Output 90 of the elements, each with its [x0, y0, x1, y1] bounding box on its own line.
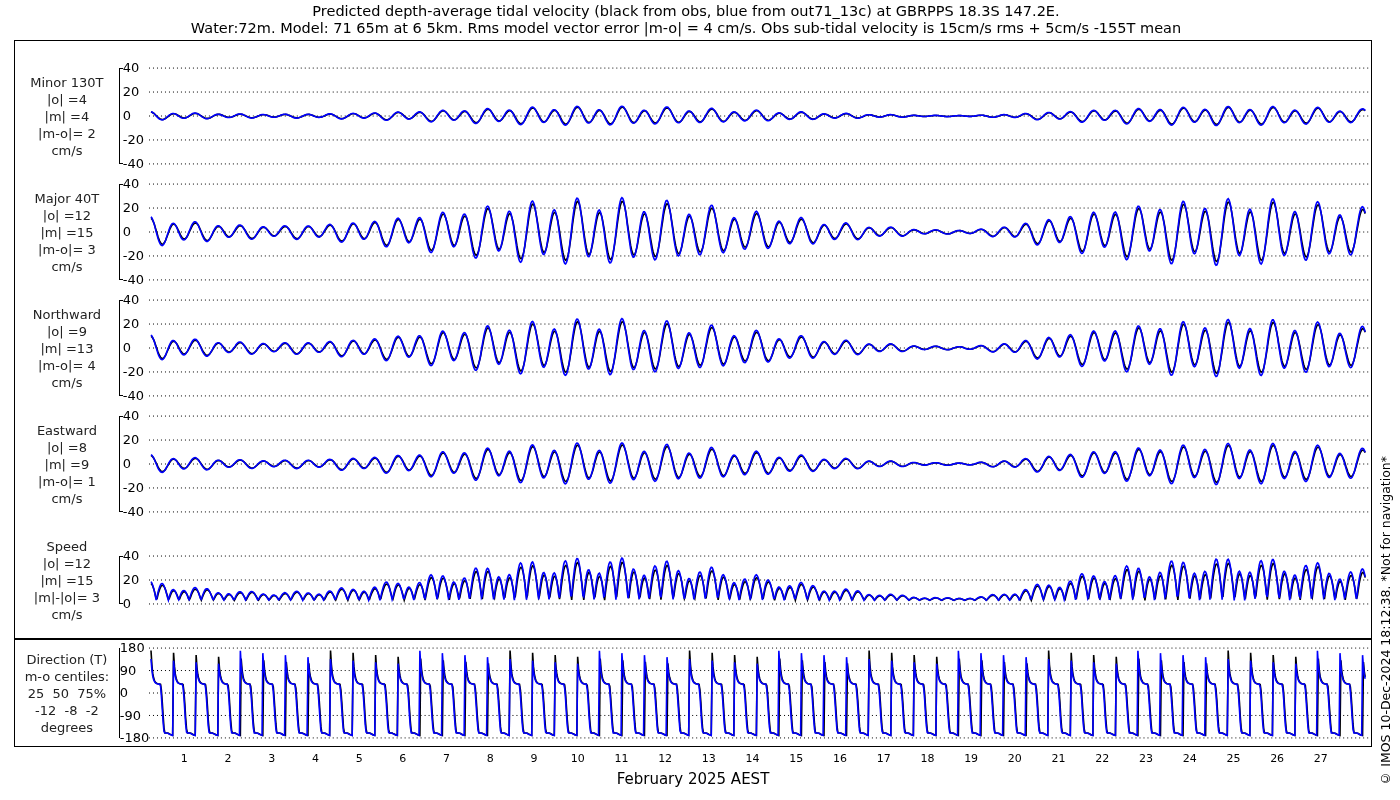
panel-label-line: |m-o|= 1: [38, 472, 96, 490]
panel-label-line: |m| =15: [40, 571, 94, 589]
y-tick-label: 20: [122, 433, 141, 447]
panel-label-line: Minor 130T: [30, 73, 104, 91]
y-tick-label: 90: [119, 663, 138, 678]
x-tick-label: 11: [614, 751, 629, 767]
panel-label-line: |m-o|= 4: [38, 356, 96, 374]
y-tick-label: -20: [122, 365, 145, 379]
panel-label-line: |o| =8: [46, 438, 87, 456]
y-tick-label: 40: [122, 409, 141, 423]
x-tick-label: 15: [789, 751, 804, 767]
y-tick-label: 20: [122, 85, 141, 99]
y-tick-label: 0: [122, 597, 133, 611]
y-tick-label: 40: [122, 177, 141, 191]
y-tick-label: 20: [122, 573, 140, 587]
x-tick-label: 22: [1095, 751, 1110, 767]
y-tick-label: 0: [122, 341, 133, 355]
y-tick-label: 40: [122, 61, 141, 75]
x-tick-label: 12: [658, 751, 673, 767]
panel-label-line: degrees: [40, 718, 94, 736]
y-tick-label: -40: [122, 273, 145, 287]
y-tick-label: -40: [122, 157, 145, 171]
panel-label-line: |m-o|= 3: [38, 240, 96, 258]
panel-label-line: |m| =9: [44, 455, 90, 473]
panel-label-line: |o| =9: [46, 322, 87, 340]
panel-label-line: Northward: [32, 305, 102, 323]
y-axis-line: [118, 556, 123, 604]
x-tick-label: 6: [399, 751, 407, 767]
x-tick-label: 1: [180, 751, 188, 767]
panel-label-line: |m-o|= 2: [38, 124, 96, 142]
x-tick-label: 8: [486, 751, 494, 767]
panel-label-line: |m|-|o|= 3: [33, 588, 100, 606]
copyright-note: © IMOS 10-Dec-2024 18:12:38. *Not for navigation*: [1376, 456, 1394, 786]
x-tick-label: 14: [745, 751, 760, 767]
panel-label-line: |o| =12: [42, 554, 92, 572]
panel-label-line: Direction (T): [26, 650, 108, 668]
x-tick-label: 2: [224, 751, 232, 767]
y-tick-label: 0: [122, 225, 133, 239]
x-tick-label: 27: [1313, 751, 1328, 767]
y-tick-label: -40: [122, 389, 145, 403]
panel-label-line: cm/s: [51, 489, 83, 507]
y-tick-label: 40: [122, 293, 141, 307]
x-tick-label: 7: [443, 751, 451, 767]
y-tick-label: 40: [122, 549, 140, 563]
panel-label-line: Eastward: [36, 421, 97, 439]
x-tick-label: 13: [701, 751, 716, 767]
y-tick-label: 20: [122, 201, 141, 215]
x-tick-label: 26: [1270, 751, 1285, 767]
panel-label-line: |m| =15: [40, 223, 94, 241]
y-tick-label: -40: [122, 505, 145, 519]
x-tick-label: 5: [355, 751, 363, 767]
x-tick-label: 21: [1051, 751, 1066, 767]
x-tick-label: 10: [570, 751, 585, 767]
chart-title: Predicted depth-average tidal velocity (black from obs, blue from out71_13c) at GBRPPS 18.3S 147.2E.: [312, 3, 1060, 20]
x-tick-label: 19: [964, 751, 979, 767]
y-tick-label: 0: [122, 457, 133, 471]
panel-label-line: m-o centiles:: [24, 667, 110, 685]
y-tick-label: 180: [119, 641, 146, 655]
y-tick-label: 0: [119, 686, 130, 700]
y-tick-label: -90: [119, 708, 143, 723]
panel-label-line: Speed: [46, 537, 88, 555]
y-tick-label: -20: [122, 249, 145, 263]
x-tick-label: 20: [1007, 751, 1022, 767]
panel-label-line: -12 -8 -2: [35, 701, 99, 719]
y-tick-label: -20: [122, 481, 145, 495]
panel-label-line: cm/s: [51, 141, 83, 159]
x-tick-label: 17: [876, 751, 891, 767]
x-axis-title: February 2025 AEST: [616, 770, 770, 788]
panel-label-line: cm/s: [51, 373, 83, 391]
panel-label-line: cm/s: [51, 605, 83, 623]
x-tick-label: 18: [920, 751, 935, 767]
y-tick-label: -20: [122, 133, 145, 147]
x-tick-label: 16: [833, 751, 847, 767]
x-tick-label: 24: [1182, 751, 1197, 767]
y-tick-label: 20: [122, 317, 141, 331]
x-tick-label: 25: [1226, 751, 1241, 767]
panel-label-line: |m| =4: [44, 107, 90, 125]
panel-label-line: |m| =13: [40, 339, 94, 357]
x-tick-label: 9: [530, 751, 538, 767]
x-tick-label: 3: [268, 751, 276, 767]
chart-title: Water:72m. Model: 71 65m at 6 5km. Rms model vector error |m-o| = 4 cm/s. Obs sub-tidal velocity is 15cm/s rms + 5cm/s -155T mean: [190, 20, 1182, 37]
y-tick-label: -180: [119, 731, 150, 745]
y-tick-label: 0: [122, 109, 133, 123]
panel-label-line: 25 50 75%: [27, 684, 107, 702]
x-tick-label: 23: [1139, 751, 1153, 767]
panel-label-line: cm/s: [51, 257, 83, 275]
x-tick-label: 4: [311, 751, 319, 767]
panel-label-line: |o| =4: [46, 90, 87, 108]
panel-label-line: Major 40T: [34, 189, 100, 207]
panel-label-line: |o| =12: [42, 206, 92, 224]
